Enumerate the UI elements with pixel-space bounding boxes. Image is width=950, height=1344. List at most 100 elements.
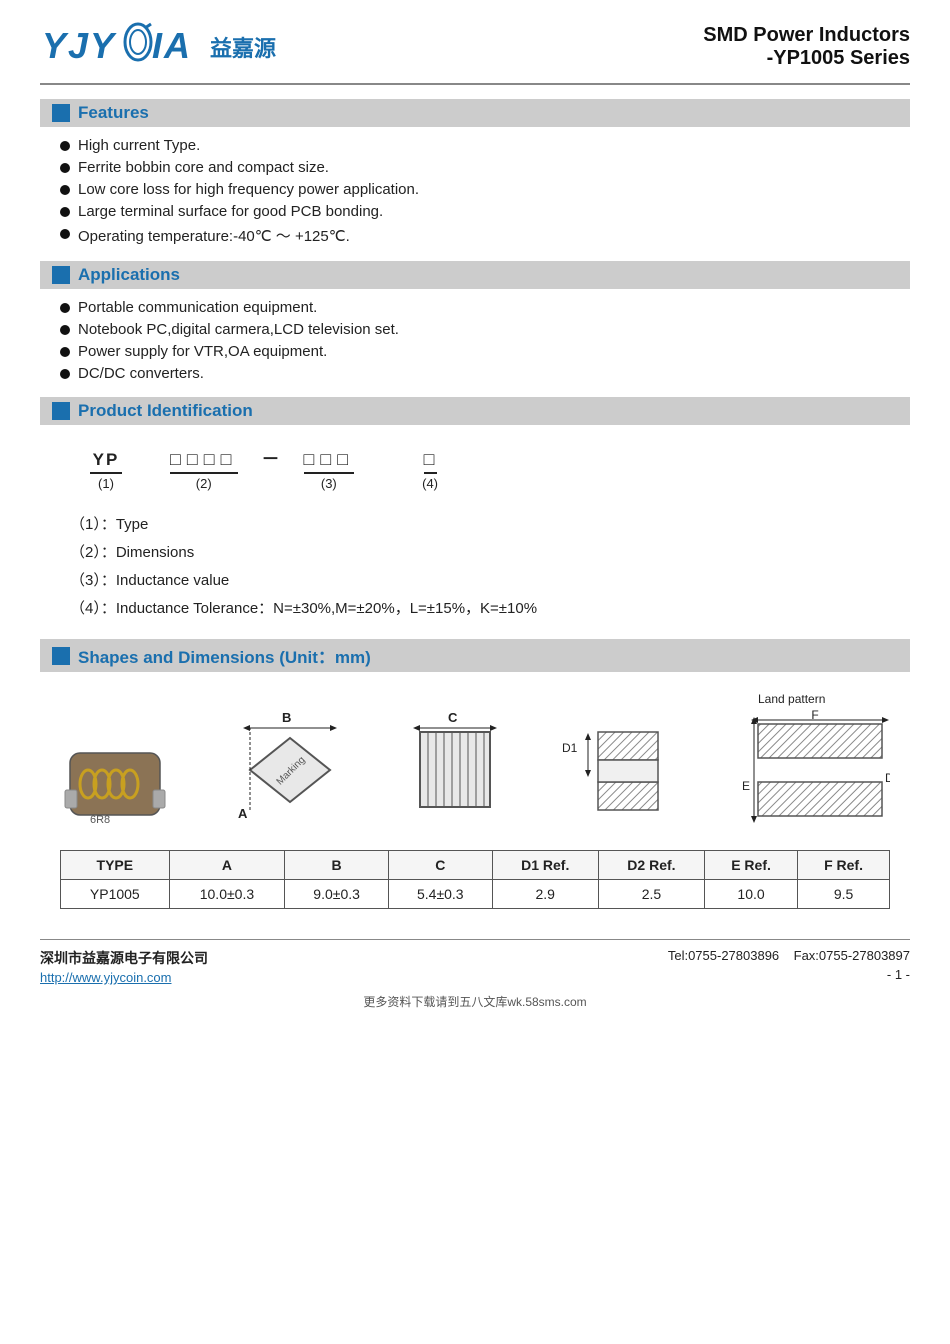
side-view-diagram: B Marking A <box>230 710 350 830</box>
bullet-dot <box>60 325 70 335</box>
applications-title: Applications <box>78 265 180 285</box>
page-footer: 深圳市益嘉源电子有限公司 http://www.yjycoin.com Tel:… <box>40 939 910 985</box>
applications-list: Portable communication equipment. Notebo… <box>40 299 910 397</box>
cell-b: 9.0±0.3 <box>285 880 389 909</box>
product-id-blue-square <box>52 402 70 420</box>
land-pattern-diagram: Land pattern F E D2 <box>740 692 890 830</box>
svg-text:B: B <box>282 710 291 725</box>
bullet-dot <box>60 229 70 239</box>
cell-type: YP1005 <box>61 880 170 909</box>
svg-text:E: E <box>742 779 750 793</box>
cell-c: 5.4±0.3 <box>388 880 492 909</box>
bullet-dot <box>60 163 70 173</box>
legend-item-1: （1）：Type <box>70 513 890 534</box>
cell-a: 10.0±0.3 <box>169 880 285 909</box>
legend-item-4: （4）：Inductance Tolerance：N=±30%,M=±20%，L… <box>70 597 890 618</box>
shapes-title: Shapes and Dimensions (Unit：mm) <box>78 643 371 668</box>
front-view-svg: D1 <box>560 710 680 830</box>
col-e: E Ref. <box>705 851 798 880</box>
diagrams-row: 6R8 B Marking A <box>60 692 890 840</box>
pid-part-1: YP (1) <box>90 450 122 491</box>
footer-right: Tel:0755-27803896 Fax:0755-27803897 - 1 … <box>668 948 910 982</box>
pid-bottom-2: (2) <box>196 476 212 491</box>
bullet-dot <box>60 303 70 313</box>
cell-d1: 2.9 <box>492 880 598 909</box>
applications-header: Applications <box>40 261 910 289</box>
page-header: YJY IA 益嘉源 SMD Power Inductors -YP1005 S… <box>40 20 910 85</box>
svg-text:C: C <box>448 710 458 725</box>
list-item: Low core loss for high frequency power a… <box>60 181 910 198</box>
col-a: A <box>169 851 285 880</box>
col-c: C <box>388 851 492 880</box>
bullet-dot <box>60 185 70 195</box>
product-title: SMD Power Inductors -YP1005 Series <box>703 24 910 70</box>
list-item: Power supply for VTR,OA equipment. <box>60 343 910 360</box>
logo-yjycoin: YJY IA <box>40 20 200 73</box>
table-header-row: TYPE A B C D1 Ref. D2 Ref. E Ref. F Ref. <box>61 851 890 880</box>
applications-blue-square <box>52 266 70 284</box>
col-b: B <box>285 851 389 880</box>
list-item: DC/DC converters. <box>60 365 910 382</box>
logo-chinese-text: 益嘉源 <box>210 31 276 63</box>
product-title-line2: -YP1005 Series <box>703 47 910 70</box>
front-view-diagram: D1 <box>560 710 680 830</box>
bullet-dot <box>60 347 70 357</box>
product-id-header: Product Identification <box>40 397 910 425</box>
land-pattern-svg: F E D2 <box>740 710 890 830</box>
svg-text:D1: D1 <box>562 741 578 755</box>
list-item: Notebook PC,digital carmera,LCD televisi… <box>60 321 910 338</box>
product-id-title: Product Identification <box>78 401 253 421</box>
svg-text:IA: IA <box>152 25 192 66</box>
list-item: Portable communication equipment. <box>60 299 910 316</box>
features-list: High current Type. Ferrite bobbin core a… <box>40 137 910 261</box>
cell-f: 9.5 <box>798 880 890 909</box>
svg-text:F: F <box>811 710 818 722</box>
product-id-legend: （1）：Type （2）：Dimensions （3）：Inductance v… <box>60 513 890 618</box>
svg-text:6R8: 6R8 <box>90 814 110 826</box>
pid-top-1: YP <box>90 450 122 474</box>
svg-text:YJY: YJY <box>42 25 117 66</box>
list-item: Operating temperature:-40℃ ～ +125℃. <box>60 225 910 246</box>
dimensions-table: TYPE A B C D1 Ref. D2 Ref. E Ref. F Ref.… <box>60 850 890 909</box>
table-row: YP1005 10.0±0.3 9.0±0.3 5.4±0.3 2.9 2.5 … <box>61 880 890 909</box>
legend-item-2: （2）：Dimensions <box>70 541 890 562</box>
col-d1: D1 Ref. <box>492 851 598 880</box>
footer-company: 深圳市益嘉源电子有限公司 <box>40 948 208 968</box>
cross-section-svg: C <box>410 710 500 830</box>
side-view-svg: B Marking A <box>230 710 350 830</box>
pid-bottom-3: (3) <box>321 476 337 491</box>
footer-url[interactable]: http://www.yjycoin.com <box>40 970 208 985</box>
svg-text:A: A <box>238 806 248 821</box>
features-header: Features <box>40 99 910 127</box>
bullet-dot <box>60 369 70 379</box>
logo-area: YJY IA 益嘉源 <box>40 20 276 73</box>
svg-text:D2: D2 <box>885 771 890 785</box>
pid-bottom-4: (4) <box>422 476 438 491</box>
pid-top-2: □□□□ <box>170 449 238 474</box>
pid-part-2: □□□□ (2) <box>170 449 238 491</box>
pid-top-3: □□□ <box>304 449 355 474</box>
cell-e: 10.0 <box>705 880 798 909</box>
logo-svg: YJY IA <box>40 20 200 66</box>
col-d2: D2 Ref. <box>598 851 704 880</box>
legend-item-3: （3）：Inductance value <box>70 569 890 590</box>
pid-part-3: □□□ (3) <box>304 449 355 491</box>
footer-contact: Tel:0755-27803896 Fax:0755-27803897 <box>668 948 910 963</box>
col-type: TYPE <box>61 851 170 880</box>
land-pattern-label: Land pattern <box>758 692 825 706</box>
pid-part-4: □ (4) <box>422 449 438 491</box>
bullet-dot <box>60 141 70 151</box>
inductor-svg: 6R8 <box>60 735 170 830</box>
features-blue-square <box>52 104 70 122</box>
shapes-header: Shapes and Dimensions (Unit：mm) <box>40 639 910 672</box>
footer-page: - 1 - <box>668 967 910 982</box>
product-title-line1: SMD Power Inductors <box>703 24 910 47</box>
col-f: F Ref. <box>798 851 890 880</box>
list-item: High current Type. <box>60 137 910 154</box>
list-item: Ferrite bobbin core and compact size. <box>60 159 910 176</box>
shapes-section: 6R8 B Marking A <box>40 682 910 923</box>
inductor-photo: 6R8 <box>60 735 170 830</box>
product-id-section: YP (1) □□□□ (2) － □□□ (3) □ (4) （1）：Type… <box>40 435 910 639</box>
cross-section-diagram: C <box>410 710 500 830</box>
pid-top-4: □ <box>424 449 437 474</box>
